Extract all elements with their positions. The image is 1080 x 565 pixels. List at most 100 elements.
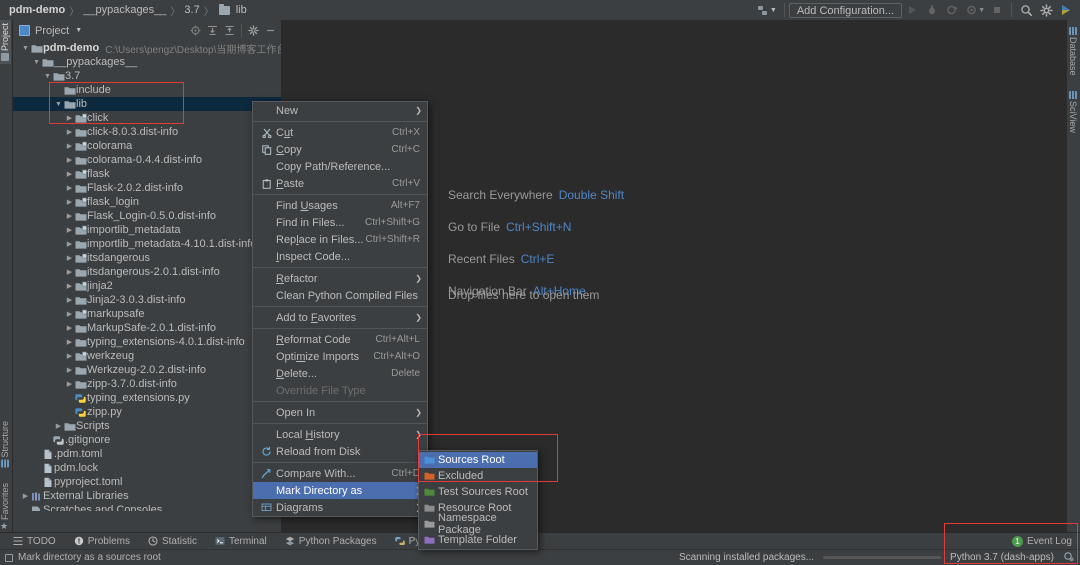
tree-row[interactable]: ▶ click bbox=[13, 111, 281, 125]
menu-item[interactable]: Optimize Imports Ctrl+Alt+O bbox=[253, 348, 427, 365]
tree-row[interactable]: .gitignore bbox=[13, 433, 281, 447]
notifications-icon[interactable] bbox=[1063, 551, 1074, 565]
run-coverage-icon[interactable] bbox=[942, 0, 962, 20]
menu-item[interactable]: Cut Ctrl+X bbox=[253, 124, 427, 141]
tree-row[interactable]: ▶ importlib_metadata bbox=[13, 223, 281, 237]
breadcrumb-item[interactable]: pdm-demo bbox=[6, 4, 68, 16]
chevron-down-icon[interactable]: ▼ bbox=[43, 73, 52, 80]
sidebar-item-database[interactable]: Database bbox=[1066, 24, 1080, 79]
breadcrumb[interactable]: pdm-demo 〉 __pypackages__ 〉 3.7 〉 lib bbox=[0, 3, 250, 18]
tree-row[interactable]: include bbox=[13, 83, 281, 97]
chevron-down-icon[interactable]: ▼ bbox=[32, 59, 41, 66]
menu-item[interactable]: Copy Path/Reference... bbox=[253, 158, 427, 175]
chevron-right-icon[interactable]: ▶ bbox=[65, 184, 74, 192]
menu-item[interactable]: Copy Ctrl+C bbox=[253, 141, 427, 158]
breadcrumb-item[interactable]: lib bbox=[215, 3, 250, 16]
chevron-right-icon[interactable]: ▶ bbox=[21, 492, 30, 500]
chevron-right-icon[interactable]: ▶ bbox=[65, 338, 74, 346]
breadcrumb-item[interactable]: __pypackages__ bbox=[80, 4, 169, 16]
tree-row[interactable]: ▼ lib bbox=[13, 97, 281, 111]
tool-window-bar[interactable]: TODO Problems Statistic Terminal Python Pack… bbox=[0, 532, 1080, 549]
run-icon[interactable] bbox=[902, 0, 922, 20]
sidebar-item-project[interactable]: Project bbox=[0, 20, 11, 65]
chevron-right-icon[interactable]: ▶ bbox=[65, 282, 74, 290]
tree-row[interactable]: ▶ Flask-2.0.2.dist-info bbox=[13, 181, 281, 195]
sidebar-item-structure[interactable]: Structure bbox=[0, 418, 11, 471]
event-log-button[interactable]: 1 Event Log bbox=[1011, 536, 1072, 547]
tool-window-tab[interactable]: Python Packages bbox=[276, 536, 386, 547]
chevron-right-icon[interactable]: ▶ bbox=[65, 324, 74, 332]
menu-item[interactable]: Local History ❯ bbox=[253, 426, 427, 443]
tree-row[interactable]: ▶ Scripts bbox=[13, 419, 281, 433]
interpreter-label[interactable]: Python 3.7 (dash-apps) bbox=[950, 552, 1054, 563]
menu-item[interactable]: Clean Python Compiled Files bbox=[253, 287, 427, 304]
menu-item[interactable]: Open In ❯ bbox=[253, 404, 427, 421]
mark-directory-as-submenu[interactable]: Sources Root Excluded Test Sources Root Res… bbox=[418, 450, 538, 550]
chevron-right-icon[interactable]: ▶ bbox=[65, 240, 74, 248]
chevron-right-icon[interactable]: ▶ bbox=[65, 310, 74, 318]
menu-item[interactable]: Refactor ❯ bbox=[253, 270, 427, 287]
chevron-right-icon[interactable]: ▶ bbox=[65, 380, 74, 388]
tree-row[interactable]: .pdm.toml bbox=[13, 447, 281, 461]
tree-row[interactable]: ▶ importlib_metadata-4.10.1.dist-info bbox=[13, 237, 281, 251]
menu-item[interactable]: Diagrams❯ bbox=[253, 499, 427, 516]
tree-row[interactable]: ▶ flask bbox=[13, 167, 281, 181]
chevron-right-icon[interactable]: ▶ bbox=[65, 296, 74, 304]
menu-item[interactable]: Find in Files... Ctrl+Shift+G bbox=[253, 214, 427, 231]
submenu-item[interactable]: Namespace Package bbox=[419, 512, 537, 536]
chevron-right-icon[interactable]: ▶ bbox=[65, 268, 74, 276]
tree-row[interactable]: Scratches and Consoles bbox=[13, 503, 281, 511]
tree-row[interactable]: ▶ click-8.0.3.dist-info bbox=[13, 125, 281, 139]
submenu-item[interactable]: Test Sources Root bbox=[419, 484, 537, 500]
tool-window-tab[interactable]: Statistic bbox=[139, 536, 206, 547]
menu-item[interactable]: Mark Directory as❯ bbox=[253, 482, 427, 499]
tree-row[interactable]: ▶ werkzeug bbox=[13, 349, 281, 363]
chevron-right-icon[interactable]: ▶ bbox=[65, 226, 74, 234]
menu-item[interactable]: Replace in Files... Ctrl+Shift+R bbox=[253, 231, 427, 248]
tree-row[interactable]: ▶ itsdangerous-2.0.1.dist-info bbox=[13, 265, 281, 279]
tree-row[interactable]: ▶ Flask_Login-0.5.0.dist-info bbox=[13, 209, 281, 223]
collapse-all-icon[interactable] bbox=[221, 22, 238, 39]
chevron-right-icon[interactable]: ▶ bbox=[65, 212, 74, 220]
chevron-right-icon[interactable]: ▶ bbox=[65, 198, 74, 206]
chevron-right-icon[interactable]: ▶ bbox=[65, 366, 74, 374]
tree-row[interactable]: ▶ colorama bbox=[13, 139, 281, 153]
tree-row[interactable]: ▼ pdm-demo C:\Users\pengz\Desktop\当期博客工作台\… bbox=[13, 41, 281, 56]
tree-row[interactable]: zipp.py bbox=[13, 405, 281, 419]
chevron-right-icon[interactable]: ▶ bbox=[65, 156, 74, 164]
project-structure-icon[interactable] bbox=[753, 0, 773, 20]
submenu-item[interactable]: Excluded bbox=[419, 468, 537, 484]
add-configuration-button[interactable]: Add Configuration... bbox=[788, 2, 903, 18]
menu-item[interactable]: New ❯ bbox=[253, 102, 427, 119]
tree-row[interactable]: ▼ 3.7 bbox=[13, 69, 281, 83]
hide-panel-icon[interactable] bbox=[262, 22, 279, 39]
tree-row[interactable]: ▶ flask_login bbox=[13, 195, 281, 209]
tree-row[interactable]: ▶ MarkupSafe-2.0.1.dist-info bbox=[13, 321, 281, 335]
tool-window-tab[interactable]: TODO bbox=[4, 536, 65, 547]
search-icon[interactable] bbox=[1016, 0, 1036, 20]
menu-item[interactable]: Delete... Delete bbox=[253, 365, 427, 382]
tree-row[interactable]: ▶ External Libraries bbox=[13, 489, 281, 503]
tree-row[interactable]: ▶ itsdangerous bbox=[13, 251, 281, 265]
settings-icon[interactable] bbox=[1036, 0, 1056, 20]
tree-row[interactable]: ▼ __pypackages__ bbox=[13, 55, 281, 69]
tool-window-tab[interactable]: Problems bbox=[65, 536, 139, 547]
chevron-right-icon[interactable]: ▶ bbox=[65, 142, 74, 150]
locate-icon[interactable] bbox=[187, 22, 204, 39]
tree-row[interactable]: ▶ Jinja2-3.0.3.dist-info bbox=[13, 293, 281, 307]
debug-icon[interactable] bbox=[922, 0, 942, 20]
tree-row[interactable]: ▶ zipp-3.7.0.dist-info bbox=[13, 377, 281, 391]
settings-icon[interactable] bbox=[245, 22, 262, 39]
chevron-right-icon[interactable]: ▶ bbox=[54, 422, 63, 430]
chevron-down-icon[interactable]: ▼ bbox=[54, 101, 63, 108]
expand-all-icon[interactable] bbox=[204, 22, 221, 39]
stop-icon[interactable] bbox=[987, 0, 1007, 20]
menu-item[interactable]: Find Usages Alt+F7 bbox=[253, 197, 427, 214]
chevron-right-icon[interactable]: ▶ bbox=[65, 114, 74, 122]
tree-row[interactable]: ▶ colorama-0.4.4.dist-info bbox=[13, 153, 281, 167]
tool-window-tab[interactable]: Terminal bbox=[206, 536, 276, 547]
tree-row[interactable]: pyproject.toml bbox=[13, 475, 281, 489]
tree-row[interactable]: typing_extensions.py bbox=[13, 391, 281, 405]
tree-row[interactable]: ▶ Werkzeug-2.0.2.dist-info bbox=[13, 363, 281, 377]
tree-row[interactable]: pdm.lock bbox=[13, 461, 281, 475]
